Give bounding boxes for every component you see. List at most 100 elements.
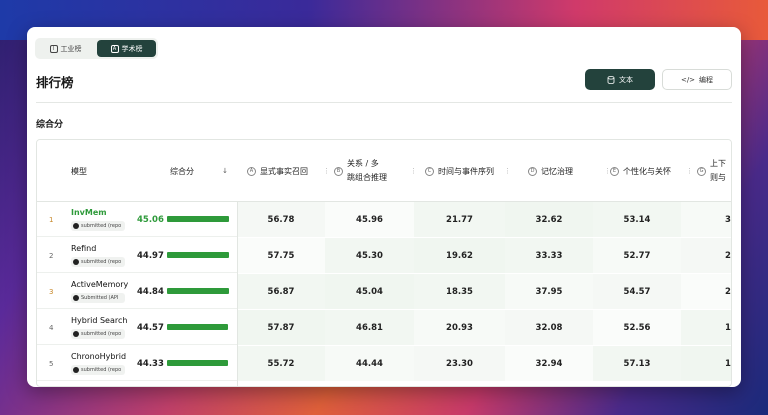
model-cell: InvMem submitted (repo	[71, 207, 125, 231]
metric-cell: 56.87	[237, 274, 325, 309]
table-header: 模型 综合分 ↓ A 显式事实召回 ⋮ B 关系 / 多 跳组合推理 ⋮ C 时…	[37, 140, 731, 202]
header-divider	[36, 102, 732, 103]
submission-badge-label: Submitted (API	[81, 295, 119, 301]
model-name[interactable]: ChronoHybrid	[71, 351, 126, 363]
table-row[interactable]: 4 Hybrid Search submitted (repo 44.57 57.87 4…	[37, 310, 731, 345]
github-icon	[73, 295, 79, 301]
model-cell: Refind submitted (repo	[71, 243, 125, 267]
rank-number: 2	[49, 251, 54, 260]
header-col-g-label: 上下 则与	[710, 159, 726, 182]
metric-cell: 32.08	[505, 310, 593, 345]
tab-academic-label: 学术榜	[121, 44, 143, 53]
tab-industry[interactable]: I 工业榜	[37, 40, 94, 57]
score-bar	[167, 360, 228, 366]
vertical-scrollbar[interactable]	[725, 140, 731, 386]
text-mode-label: 文本	[619, 75, 633, 84]
metric-cell: 57.87	[237, 310, 325, 345]
col-menu-icon[interactable]: ⋮	[504, 167, 511, 175]
tab-industry-label: 工业榜	[60, 44, 82, 53]
model-name[interactable]: Hybrid Search	[71, 315, 127, 327]
metric-cell: 23.30	[414, 346, 505, 381]
col-menu-icon[interactable]: ⋮	[323, 167, 330, 175]
metric-cell: 32.62	[505, 202, 593, 237]
column-divider	[237, 202, 238, 386]
metric-cell: 52.77	[593, 238, 681, 273]
text-mode-button[interactable]: 文本	[585, 69, 655, 90]
header-col-d-label: 记忆治理	[541, 166, 573, 176]
header-col-e-label: 个性化与关怀	[623, 166, 671, 176]
database-icon	[607, 75, 615, 84]
section-title: 综合分	[36, 120, 64, 130]
header-col-g[interactable]: G 上下 则与	[697, 140, 727, 202]
rank-number: 5	[49, 359, 54, 368]
sort-desc-icon: ↓	[222, 167, 228, 175]
metric-cell: 57.13	[593, 346, 681, 381]
board-switcher: I 工业榜 A 学术榜	[35, 38, 158, 59]
model-name[interactable]: ActiveMemory	[71, 279, 128, 291]
header-col-c-label: 时间与事件序列	[438, 166, 494, 176]
github-icon	[73, 223, 79, 229]
col-menu-icon[interactable]: ⋮	[686, 167, 693, 175]
metric-cell: 45.04	[325, 274, 414, 309]
header-col-a[interactable]: A 显式事实召回 ⋮	[247, 140, 335, 202]
header-score[interactable]: 综合分 ↓	[170, 140, 236, 202]
col-b-badge: B	[334, 166, 343, 176]
submission-badge[interactable]: submitted (repo	[71, 365, 125, 375]
score-bar	[167, 324, 229, 330]
col-e-badge: E	[610, 166, 619, 176]
table-row[interactable]: 5 ChronoHybrid submitted (repo 44.33 55.72 44…	[37, 346, 731, 381]
score-bar	[167, 252, 229, 258]
model-name[interactable]: InvMem	[71, 207, 125, 219]
table-row[interactable]: 2 Refind submitted (repo 44.97 57.75 45.30 19.…	[37, 238, 731, 273]
score-bar	[167, 288, 229, 294]
github-icon	[73, 367, 79, 373]
code-mode-button[interactable]: </> 编程	[662, 69, 732, 90]
col-a-badge: A	[247, 166, 256, 176]
submission-badge-label: submitted (repo	[81, 223, 122, 229]
metric-cell: 45.30	[325, 238, 414, 273]
metric-cell: 19.62	[414, 238, 505, 273]
submission-badge[interactable]: submitted (repo	[71, 221, 125, 231]
metric-cell: 52.56	[593, 310, 681, 345]
metric-cell: 46.81	[325, 310, 414, 345]
overall-score: 44.97	[137, 250, 164, 261]
metric-cell: 53.14	[593, 202, 681, 237]
tab-academic[interactable]: A 学术榜	[97, 40, 156, 57]
code-mode-label: 编程	[699, 75, 714, 84]
metric-cell: 55.72	[237, 346, 325, 381]
overall-score: 44.84	[137, 286, 164, 297]
leaderboard-table: 模型 综合分 ↓ A 显式事实召回 ⋮ B 关系 / 多 跳组合推理 ⋮ C 时…	[36, 139, 732, 387]
header-model[interactable]: 模型	[71, 140, 87, 202]
header-col-a-label: 显式事实召回	[260, 166, 308, 176]
metric-cell: 20.93	[414, 310, 505, 345]
overall-score: 45.06	[137, 214, 164, 225]
rank-number: 1	[49, 215, 54, 224]
submission-badge-label: submitted (repo	[81, 259, 122, 265]
table-row[interactable]: 3 ActiveMemory Submitted (API 44.84 56.87 45.…	[37, 274, 731, 309]
model-cell: ChronoHybrid submitted (repo	[71, 351, 126, 375]
header-col-d[interactable]: D 记忆治理 ⋮	[528, 140, 616, 202]
academic-icon: A	[110, 44, 119, 53]
github-icon	[73, 331, 79, 337]
model-cell: Hybrid Search submitted (repo	[71, 315, 127, 339]
header-col-b[interactable]: B 关系 / 多 跳组合推理 ⋮	[334, 140, 422, 202]
col-c-badge: C	[425, 166, 434, 176]
submission-badge[interactable]: Submitted (API	[71, 293, 125, 303]
metric-cell: 44.44	[325, 346, 414, 381]
code-icon: </>	[680, 75, 696, 84]
col-g-badge: G	[697, 166, 706, 176]
page-title: 排行榜	[36, 75, 74, 90]
header-col-e[interactable]: E 个性化与关怀 ⋮	[610, 140, 698, 202]
header-col-c[interactable]: C 时间与事件序列 ⋮	[425, 140, 516, 202]
table-row[interactable]: 1 InvMem submitted (repo 45.06 56.78 45.96 21.…	[37, 202, 731, 237]
submission-badge[interactable]: submitted (repo	[71, 329, 125, 339]
rank-number: 3	[49, 287, 54, 296]
submission-badge[interactable]: submitted (repo	[71, 257, 125, 267]
model-name[interactable]: Refind	[71, 243, 125, 255]
col-menu-icon[interactable]: ⋮	[410, 167, 417, 175]
header-score-label: 综合分	[170, 166, 194, 176]
header-model-label: 模型	[71, 166, 87, 176]
rank-number: 4	[49, 323, 54, 332]
submission-badge-label: submitted (repo	[81, 367, 122, 373]
leaderboard-window: I 工业榜 A 学术榜 排行榜 文本 </> 编程 综合分 模型 综合分 ↓ A…	[27, 27, 741, 387]
